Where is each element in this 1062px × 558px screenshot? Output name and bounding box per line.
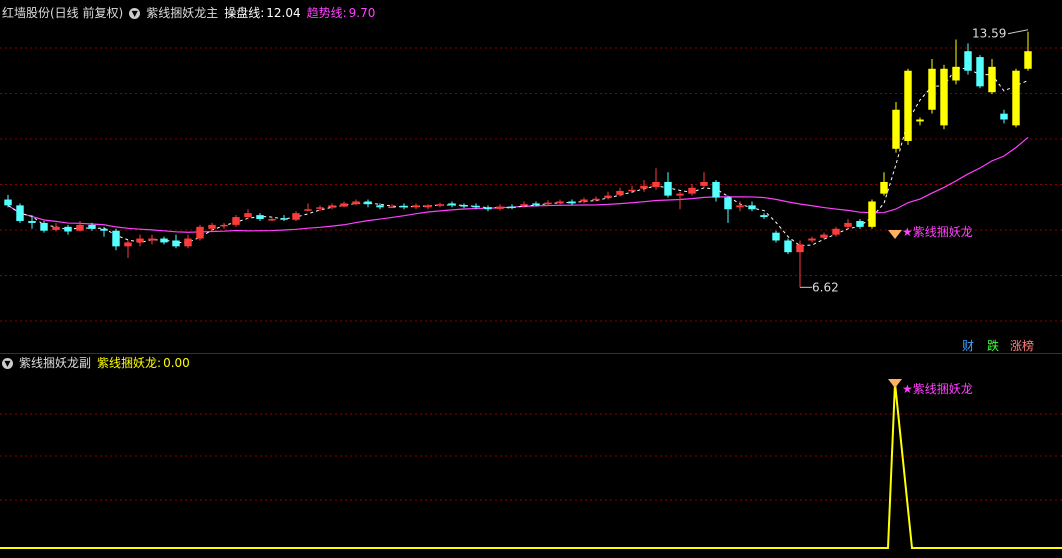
candle-body: [700, 181, 708, 186]
candle-body: [472, 205, 480, 208]
candle-body: [412, 205, 420, 208]
candle-body: [1012, 70, 1020, 126]
candle-body: [976, 57, 984, 87]
candle-body: [436, 204, 444, 206]
candle-body: [772, 232, 780, 241]
candle-body: [928, 68, 936, 110]
candle-body: [196, 226, 204, 239]
candle-body: [748, 205, 756, 210]
candle-body: [316, 207, 324, 209]
candle-body: [484, 207, 492, 210]
candle-body: [952, 66, 960, 81]
candle-body: [544, 202, 552, 205]
candle-body: [364, 201, 372, 205]
min-price-label: 6.62: [812, 280, 839, 294]
candle-body: [448, 203, 456, 206]
candle-body: [628, 189, 636, 192]
signal-line: [0, 382, 1062, 549]
candle-body: [880, 181, 888, 194]
candle-body: [604, 195, 612, 198]
candle-body: [208, 224, 216, 229]
candle-body: [40, 222, 48, 231]
candle-body: [808, 238, 816, 241]
candle-body: [580, 199, 588, 202]
candle-body: [64, 226, 72, 232]
candle-body: [1000, 113, 1008, 120]
candle-body: [664, 181, 672, 196]
candle-body: [964, 51, 972, 71]
candle-body: [988, 66, 996, 93]
candle-body: [352, 201, 360, 205]
candle-body: [556, 201, 564, 203]
candle-body: [388, 206, 396, 209]
candle-body: [508, 206, 516, 209]
candle-body: [100, 228, 108, 231]
candle-body: [220, 224, 228, 227]
candle-body: [304, 209, 312, 211]
candle-body: [856, 220, 864, 227]
candle-body: [760, 215, 768, 218]
candle-body: [136, 238, 144, 243]
candle-body: [844, 222, 852, 227]
candle-body: [652, 181, 660, 188]
max-label-arrow: [1007, 29, 1029, 35]
signal-marker: [888, 230, 902, 239]
candle-body: [280, 218, 288, 220]
candle-body: [676, 193, 684, 196]
candle-body: [400, 205, 408, 208]
candle-body: [496, 206, 504, 209]
max-price-label: 13.59: [972, 27, 1006, 41]
candle-body: [232, 217, 240, 225]
candle-body: [376, 205, 384, 208]
candle-body: [16, 205, 24, 221]
candle-body: [292, 213, 300, 220]
candle-body: [28, 220, 36, 223]
candle-body: [904, 70, 912, 141]
candle-body: [124, 242, 132, 247]
candle-body: [244, 213, 252, 218]
candle-body: [340, 203, 348, 207]
candle-body: [916, 119, 924, 122]
candle-body: [796, 244, 804, 253]
candle-body: [1024, 51, 1032, 69]
candlestick-chart[interactable]: 13.59 6.62 ★紫线捆妖龙 ★紫线捆妖龙: [0, 0, 1062, 558]
candle-body: [736, 205, 744, 208]
candle-body: [184, 238, 192, 247]
candle-body: [724, 197, 732, 210]
candle-body: [640, 185, 648, 189]
candle-body: [592, 198, 600, 201]
candle-body: [112, 230, 120, 247]
candle-body: [256, 215, 264, 220]
candle-body: [328, 205, 336, 208]
candle-body: [148, 238, 156, 241]
candle-body: [532, 203, 540, 205]
candle-body: [616, 190, 624, 195]
candle-body: [520, 204, 528, 206]
signal-marker-sub: [888, 379, 902, 388]
candle-body: [268, 219, 276, 221]
candle-body: [52, 226, 60, 230]
candle-body: [712, 181, 720, 198]
candle-body: [160, 238, 168, 243]
candle-body: [832, 228, 840, 235]
candle-body: [76, 224, 84, 231]
candle-body: [940, 68, 948, 126]
candle-body: [784, 240, 792, 253]
candle-body: [868, 201, 876, 227]
candle-body: [4, 199, 12, 206]
signal-label: ★紫线捆妖龙: [902, 225, 973, 239]
candle-body: [568, 201, 576, 204]
candle-body: [892, 109, 900, 149]
candle-body: [820, 234, 828, 238]
signal-label-sub: ★紫线捆妖龙: [902, 382, 973, 396]
candle-body: [88, 224, 96, 229]
candle-body: [460, 204, 468, 207]
candle-body: [172, 240, 180, 247]
candle-body: [688, 187, 696, 194]
candle-body: [424, 205, 432, 208]
